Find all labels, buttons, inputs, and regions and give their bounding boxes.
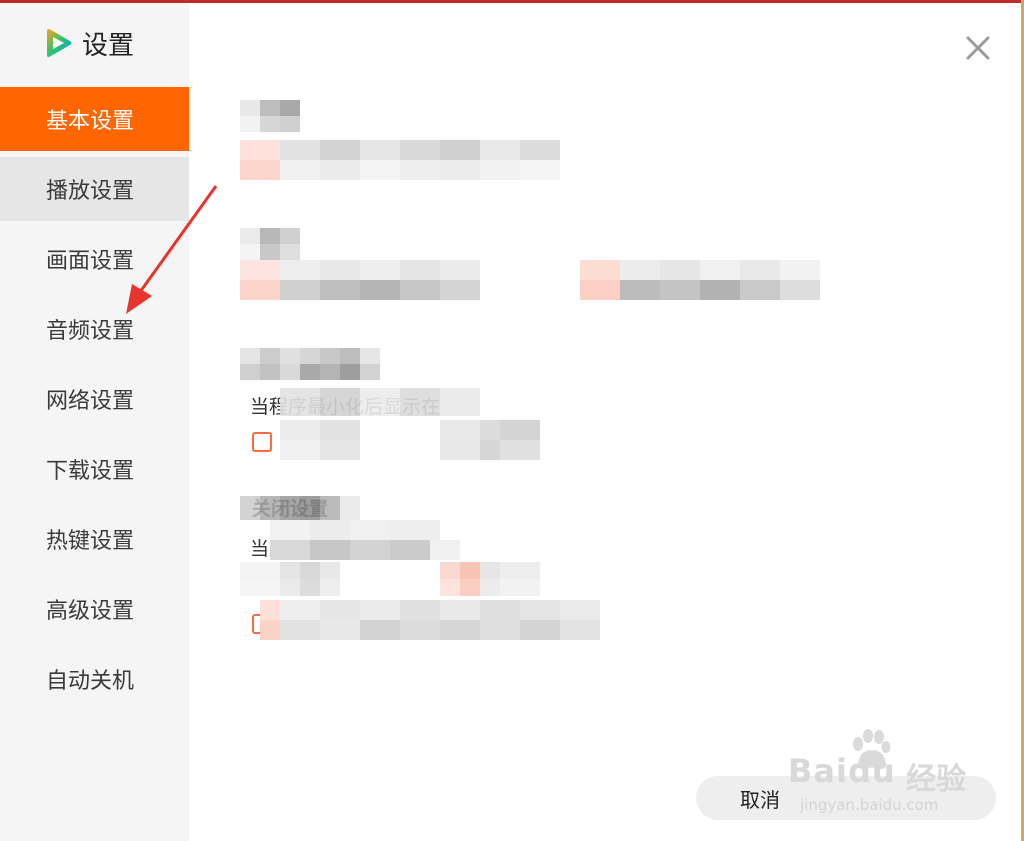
close-button[interactable] [960,30,996,66]
sidebar-item-network-settings[interactable]: 网络设置 [0,367,189,431]
sidebar-item-basic-settings[interactable]: 基本设置 [0,87,189,151]
option-checkbox[interactable] [252,280,272,300]
option-checkbox[interactable] [582,280,602,300]
sidebar-item-label: 热键设置 [46,529,135,554]
section-heading: 关闭设置 [252,498,329,520]
sidebar-item-label: 自动关机 [46,669,135,694]
sidebar-item-download-settings[interactable]: 下载设置 [0,437,189,501]
close-icon [966,36,990,60]
sidebar-item-auto-shutdown[interactable]: 自动关机 [0,647,189,711]
option-label-redacted [580,260,820,300]
radio-options-redacted[interactable] [240,562,540,596]
option-checkbox[interactable] [252,614,272,634]
annotation-arrow-icon [126,185,218,314]
app-brand: 设置 [42,25,134,61]
option-label-redacted [280,420,540,460]
section-heading-redacted [240,348,380,380]
option-label-redacted [240,260,480,300]
sidebar: 设置 基本设置 播放设置 画面设置 音频设置 网络设置 下载设置 热键设置 高级… [0,3,189,841]
text-redaction [270,520,460,560]
close-behavior-text: 当 [250,538,270,560]
minimize-behavior-text: 当程序最小化后显示在 [250,396,441,418]
section-heading-redacted [240,228,302,260]
sidebar-item-label: 下载设置 [46,459,135,484]
sidebar-item-hotkey-settings[interactable]: 热键设置 [0,507,189,571]
sidebar-item-label: 网络设置 [46,389,135,414]
sidebar-item-label: 高级设置 [46,599,135,624]
paw-logo-icon [853,729,891,770]
cancel-button[interactable]: 取消 [696,776,996,820]
option-checkbox[interactable] [252,144,272,164]
option-label-redacted [240,140,560,180]
section-heading-redacted [240,100,302,132]
sidebar-item-label: 基本设置 [46,109,135,134]
sidebar-item-advanced-settings[interactable]: 高级设置 [0,577,189,641]
window-title: 设置 [82,30,135,61]
option-checkbox[interactable] [252,432,272,452]
option-label-redacted [260,600,600,640]
app-logo-icon [47,29,72,57]
